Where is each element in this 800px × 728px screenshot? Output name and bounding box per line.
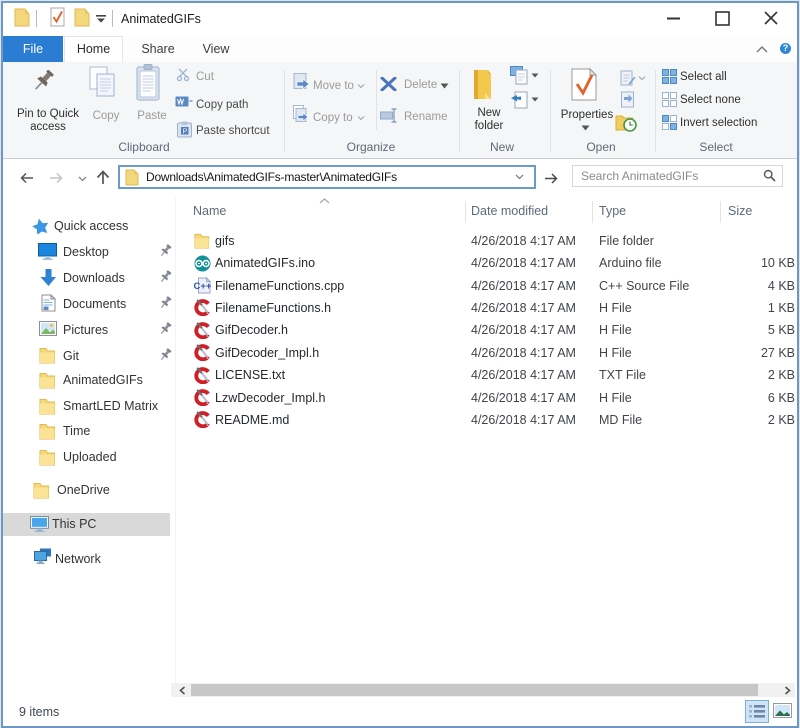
svg-text:P: P — [183, 128, 188, 135]
